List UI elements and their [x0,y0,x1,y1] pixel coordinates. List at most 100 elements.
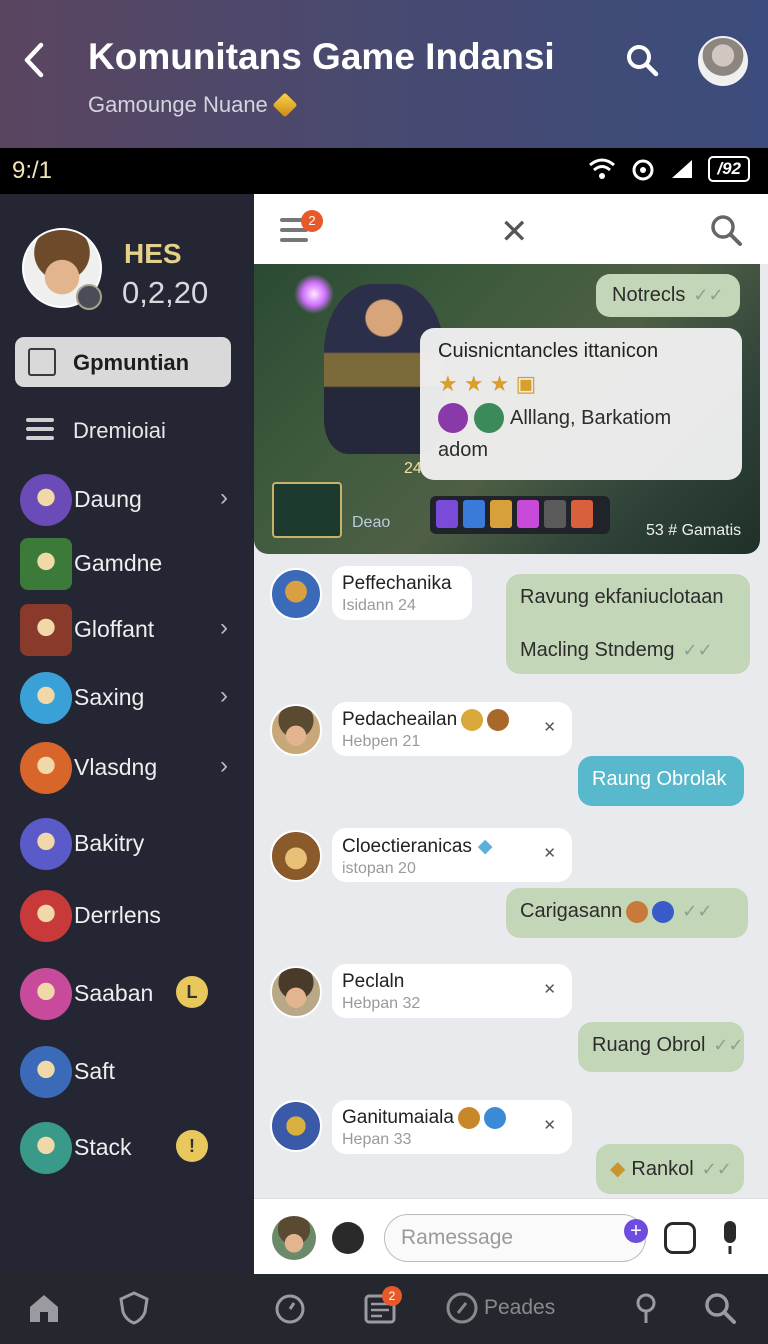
close-icon[interactable]: ✕ [543,980,556,998]
sidebar-item[interactable]: Gamdne [0,534,254,592]
event-card-names: Alllang, Barkatiom [510,406,672,429]
app-logo-icon: ✕ [500,213,529,251]
mask-badge-icon [487,709,510,731]
message-bubble-out[interactable]: Carigasann ✓✓ [506,888,748,938]
subtitle-text: Gamounge Nuane [88,92,268,117]
sidebar-item[interactable]: Bakitry [0,814,254,872]
sidebar-item-active-label: Gpmuntian [73,350,190,375]
message-bubble-out[interactable]: ◆ Rankol ✓✓ [596,1144,744,1194]
sender-avatar[interactable] [270,704,322,756]
crystal-icon: ◆ [477,836,493,857]
close-icon[interactable]: ✕ [543,844,556,862]
sidebar-item[interactable]: Saaban L [0,964,254,1022]
chevron-right-icon: › [220,614,228,641]
message-text: Macling Stndemg [520,639,675,661]
message-time: istopan 20 [342,860,416,877]
channel-avatar-icon [20,890,72,942]
sidebar-item[interactable]: Saft [0,1042,254,1100]
chevron-right-icon: › [220,484,228,511]
minimap [272,482,342,538]
read-check-icon: ✓✓ [682,640,713,660]
sender-avatar[interactable] [270,830,322,882]
message-bubble-out[interactable]: Ravung ekfaniuclotaan Macling Stndemg ✓✓ [506,574,750,674]
emblem-icon [626,900,649,923]
channel-avatar-icon [20,1122,72,1174]
menu-icon [26,418,54,442]
banner-right-text: 53 # Gamatis [646,522,742,539]
chat-search-button[interactable] [708,212,744,253]
sidebar-item-label: Derrlens [74,902,161,928]
sender-avatar[interactable] [270,568,322,620]
home-icon[interactable] [26,1290,62,1326]
message-text-line2: Macling Stndemg ✓✓ [520,639,736,662]
coin-badge: ! [176,1130,208,1162]
message-bubble-in[interactable]: Pedacheailan Hebpen 21 ✕ [332,702,572,756]
mask-badge-icon [457,1107,480,1129]
gold-badge-icon [461,709,484,731]
sender-row: Cloectieranicas ◆ [342,835,562,858]
sidebar-menu-label[interactable]: Dremioiai [73,418,166,444]
sidebar-item[interactable]: Derrlens [0,886,254,944]
gold-chest-icon: ◆ [610,1158,626,1180]
sender-row: Ganitumaiala [342,1107,562,1129]
sidebar-item[interactable]: Saxing › [0,668,254,726]
read-check-icon: ✓✓ [713,1035,744,1055]
chevron-right-icon: › [220,682,228,709]
message-text: Raung Obrolak [592,768,727,790]
sidebar-item-label: Gloffant [74,616,155,642]
message-bubble-out[interactable]: Ruang Obrol ✓✓ [578,1022,744,1072]
close-icon[interactable]: ✕ [543,718,556,736]
camera-icon[interactable] [664,1222,696,1254]
message-bubble-in[interactable]: Peclaln Hebpan 32 ✕ [332,964,572,1018]
attach-plus-icon[interactable]: + [624,1219,648,1243]
event-card-participants: Alllang, Barkatiom [438,403,724,433]
search-icon [711,215,742,246]
sidebar-item-label: Bakitry [74,830,145,856]
sidebar-item-label: Saxing [74,684,145,710]
status-bar: 9:/1 /92 [0,148,768,194]
message-bubble-out[interactable]: Notrecls ✓✓ [596,274,740,317]
notification-badge: 2 [301,210,323,232]
location-pin-icon[interactable] [628,1290,664,1326]
message-bubble-in[interactable]: Ganitumaiala Hepan 33 ✕ [332,1100,572,1154]
sidebar-item[interactable]: Stack! [0,1118,254,1176]
nav-label[interactable]: Peades [484,1296,555,1320]
close-icon[interactable]: ✕ [543,1116,556,1134]
participant-avatar [474,403,504,433]
shield-icon[interactable] [116,1290,152,1326]
alarm-icon [632,159,654,181]
sidebar-item[interactable]: Vlasdng › [0,738,254,796]
microphone-icon[interactable] [720,1220,740,1256]
sidebar-item-label: Vlasdng [74,754,158,780]
help-icon[interactable] [444,1290,480,1326]
participant-avatar [438,403,468,433]
sender-avatar[interactable] [270,966,322,1018]
message-input[interactable]: Ramessage [384,1214,646,1262]
chevron-right-icon: › [220,752,228,779]
emoji-icon[interactable] [332,1222,364,1254]
user-avatar[interactable] [698,36,748,86]
spell-glow-icon [294,274,334,314]
wifi-icon [589,158,616,179]
sender-name: Peffechanika [342,573,452,594]
channel-avatar-icon [20,818,72,870]
message-text: Ravung ekfaniuclotaan [520,586,724,608]
message-time: Hebpan 32 [342,995,421,1012]
sidebar-item[interactable]: Daung › [0,470,254,528]
search-button[interactable] [620,38,664,82]
message-bubble-in[interactable]: Cloectieranicas ◆ istopan 20 ✕ [332,828,572,882]
event-card-tail: adom [438,439,489,461]
timer-icon[interactable] [272,1290,308,1326]
coin-badge: L [176,976,208,1008]
my-avatar[interactable] [272,1216,316,1260]
search-icon[interactable] [702,1290,738,1326]
back-button[interactable] [14,38,54,82]
message-time: Hebpen 21 [342,733,421,751]
sidebar-item[interactable]: Gloffant › [0,600,254,658]
sender-avatar[interactable] [270,1100,322,1152]
message-bubble-in[interactable]: Peffechanika Isidann 24 [332,566,472,620]
message-bubble-out[interactable]: Raung Obrolak [578,756,744,806]
message-text: Carigasann [520,900,623,922]
event-card[interactable]: Cuisnicntancles ittanicon ★ ★ ★ ▣ Alllan… [420,328,742,480]
channel-avatar-icon [20,968,72,1020]
